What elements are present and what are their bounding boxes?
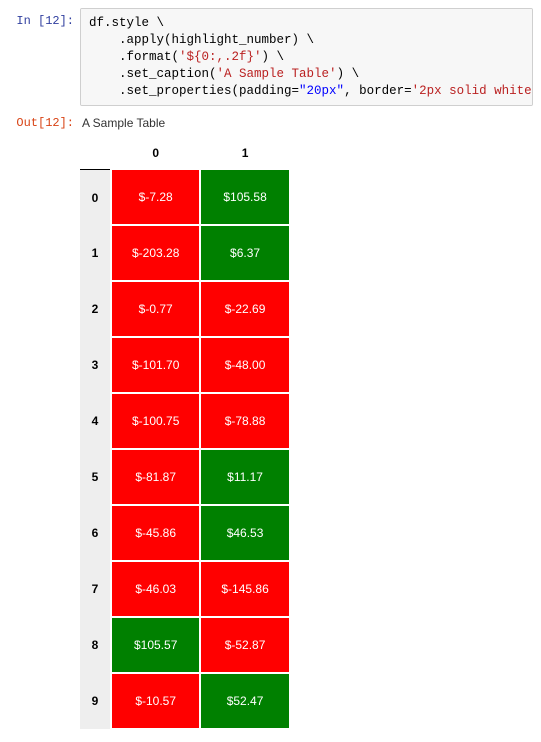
cell: $-203.28 [111,225,200,281]
row-header: 4 [80,393,111,449]
row-header: 9 [80,673,111,729]
row-header: 8 [80,617,111,673]
cell: $105.57 [111,617,200,673]
code-string-border: '2px solid white' [412,84,533,98]
cell: $52.47 [200,673,289,729]
out-prompt: Out[12]: [8,110,80,130]
cell: $-78.88 [200,393,289,449]
table-caption: A Sample Table [80,114,533,140]
table-row: 7$-46.03$-145.86 [80,561,290,617]
cell: $6.37 [200,225,289,281]
cell: $46.53 [200,505,289,561]
code-line-4a: .set_caption( [89,67,217,81]
table-row: 5$-81.87$11.17 [80,449,290,505]
col-header-1: 1 [200,140,289,169]
cell: $-46.03 [111,561,200,617]
table-header-row: 0 1 [80,140,290,169]
row-header: 3 [80,337,111,393]
code-line-3a: .format( [89,50,179,64]
row-header: 6 [80,505,111,561]
in-prompt: In [12]: [8,8,80,28]
code-line-5b: , border= [344,84,412,98]
code-string-format: '${0:,.2f}' [179,50,262,64]
code-line-2: .apply(highlight_number) \ [89,33,314,47]
row-header: 5 [80,449,111,505]
code-line-5a: .set_properties(padding= [89,84,299,98]
cell: $11.17 [200,449,289,505]
table-body: 0$-7.28$105.581$-203.28$6.372$-0.77$-22.… [80,169,290,729]
output-area: A Sample Table 0 1 0$-7.28$105.581$-203.… [80,110,533,730]
row-header: 2 [80,281,111,337]
cell: $-81.87 [111,449,200,505]
cell: $-10.57 [111,673,200,729]
table-row: 9$-10.57$52.47 [80,673,290,729]
table-row: 3$-101.70$-48.00 [80,337,290,393]
cell: $-52.87 [200,617,289,673]
cell: $-45.86 [111,505,200,561]
cell: $-101.70 [111,337,200,393]
output-cell: Out[12]: A Sample Table 0 1 0$-7.28$105.… [8,110,533,730]
cell: $-7.28 [111,169,200,225]
cell: $-145.86 [200,561,289,617]
table-row: 1$-203.28$6.37 [80,225,290,281]
code-line-4b: ) \ [337,67,360,81]
cell: $-100.75 [111,393,200,449]
cell: $-0.77 [111,281,200,337]
code-input[interactable]: df.style \ .apply(highlight_number) \ .f… [80,8,533,106]
table-row: 0$-7.28$105.58 [80,169,290,225]
code-line-1: df.style \ [89,16,164,30]
code-string-caption: 'A Sample Table' [217,67,337,81]
code-string-padding: "20px" [299,84,344,98]
col-header-0: 0 [111,140,200,169]
cell: $-48.00 [200,337,289,393]
table-corner [80,140,111,169]
table-row: 2$-0.77$-22.69 [80,281,290,337]
code-line-3b: ) \ [262,50,285,64]
table-row: 4$-100.75$-78.88 [80,393,290,449]
cell: $-22.69 [200,281,289,337]
row-header: 0 [80,169,111,225]
styled-table: 0 1 0$-7.28$105.581$-203.28$6.372$-0.77$… [80,140,291,730]
row-header: 1 [80,225,111,281]
row-header: 7 [80,561,111,617]
cell: $105.58 [200,169,289,225]
table-row: 8$105.57$-52.87 [80,617,290,673]
table-row: 6$-45.86$46.53 [80,505,290,561]
input-cell: In [12]: df.style \ .apply(highlight_num… [8,8,533,106]
